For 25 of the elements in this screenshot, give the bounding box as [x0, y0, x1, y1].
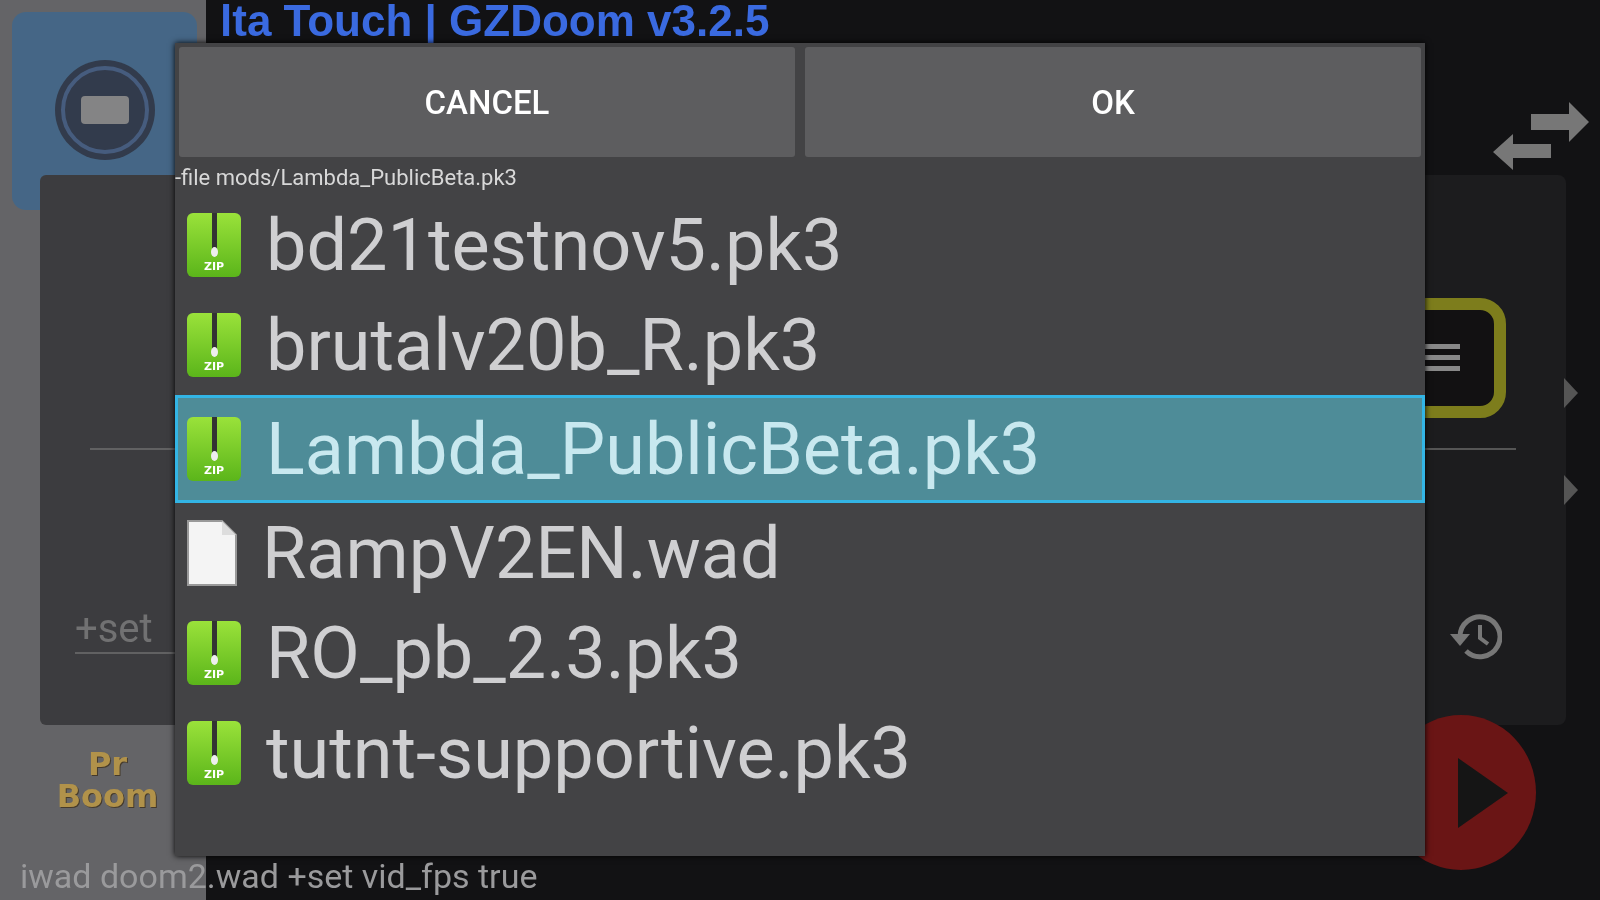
- file-item[interactable]: ZIP RO_pb_2.3.pk3: [175, 603, 1425, 703]
- file-item[interactable]: ZIP bd21testnov5.pk3: [175, 195, 1425, 295]
- swap-arrows-icon[interactable]: [1491, 100, 1591, 170]
- file-icon: [186, 519, 238, 587]
- file-name: RampV2EN.wad: [262, 510, 781, 596]
- zip-file-icon: ZIP: [186, 212, 242, 278]
- ok-button[interactable]: OK: [805, 47, 1421, 157]
- file-name: brutalv20b_R.pk3: [266, 302, 821, 388]
- file-name: tutnt-supportive.pk3: [266, 710, 911, 796]
- zip-file-icon: ZIP: [186, 416, 242, 482]
- file-name: bd21testnov5.pk3: [266, 202, 843, 288]
- file-path: -file mods/Lambda_PublicBeta.pk3: [175, 164, 518, 192]
- file-item[interactable]: ZIP tutnt-supportive.pk3: [175, 703, 1425, 803]
- file-name: RO_pb_2.3.pk3: [266, 610, 742, 696]
- play-icon: [1458, 757, 1508, 828]
- cancel-button[interactable]: CANCEL: [179, 47, 795, 157]
- zip-file-icon: ZIP: [186, 620, 242, 686]
- logo-icon: [52, 58, 157, 162]
- zip-file-icon: ZIP: [186, 720, 242, 786]
- triangle-icon: [1564, 475, 1578, 505]
- file-item[interactable]: ZIP brutalv20b_R.pk3: [175, 295, 1425, 395]
- file-name: Lambda_PublicBeta.pk3: [266, 406, 1041, 492]
- triangle-icon: [1564, 378, 1578, 408]
- file-item[interactable]: RampV2EN.wad: [175, 503, 1425, 603]
- zip-file-icon: ZIP: [186, 312, 242, 378]
